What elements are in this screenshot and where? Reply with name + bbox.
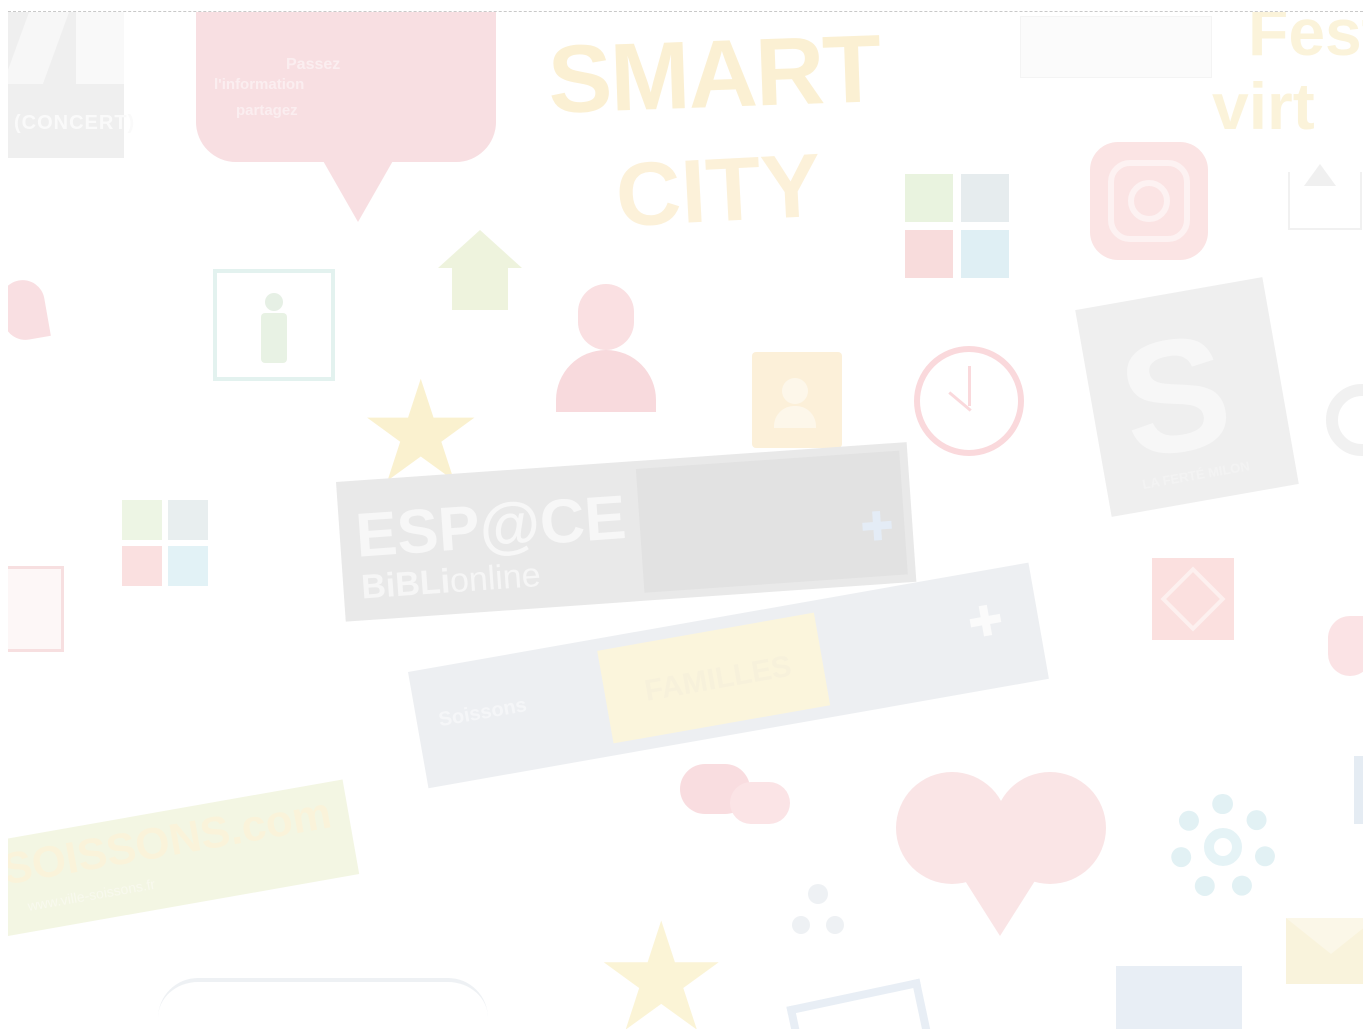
envelope-icon [1286, 918, 1363, 984]
smart-city-title-line1: SMART [546, 15, 882, 134]
image-icon [8, 566, 64, 652]
chat-bubbles-icon [680, 764, 800, 844]
heart-icon-right-edge [1328, 616, 1363, 676]
blue-tile-bottom [1116, 966, 1242, 1029]
speech-bubble-tail [318, 152, 398, 222]
espace-banner-sub-bold: BiBLi [360, 562, 452, 607]
top-left-badge-text: (CONCERT) [14, 112, 136, 134]
user-avatar-icon [556, 284, 656, 414]
instagram-icon [1090, 142, 1208, 260]
speech-bubble-text-3: partagez [236, 102, 298, 119]
background-icon-collage: (CONCERT) Passez l'information partagez … [8, 12, 1363, 1029]
film-person-icon [213, 269, 335, 381]
speech-bubble-text-2: l'information [214, 76, 305, 93]
smart-city-title-line2: CITY [613, 135, 824, 247]
partial-letter-c [1326, 384, 1363, 456]
heart-icon-left [8, 276, 51, 344]
app-grid-icon [905, 174, 1015, 284]
bottom-blue-frame [786, 978, 934, 1029]
espace-plus-icon: ✚ [858, 504, 896, 551]
top-left-tile: (CONCERT) [8, 12, 134, 158]
speech-bubble-text-1: Passez [286, 56, 341, 73]
app-grid-icon-small [122, 500, 212, 590]
clock-icon [914, 346, 1024, 456]
espace-banner-sub-light: online [448, 556, 542, 601]
large-heart-icon [896, 772, 1106, 952]
game-tile-icon [1152, 558, 1234, 640]
top-right-blurred-box [1020, 16, 1212, 78]
star-icon-2: ★ [594, 893, 729, 1029]
bottom-left-shape [158, 978, 488, 1029]
logo-s: S LA FERTÉ MILON [1075, 277, 1299, 517]
espace-banner-title: ESP@CE [353, 482, 629, 571]
soissons-band: SOISSONS.com www.ville-soissons.fr [8, 779, 360, 937]
share-arrow-icon [1304, 164, 1336, 186]
house-icon [438, 230, 522, 314]
familles-plus-icon: ✚ [964, 595, 1008, 648]
people-icon [788, 884, 848, 952]
top-right-word-2: virt [1212, 69, 1315, 143]
speech-bubble-icon: Passez l'information partagez [196, 12, 496, 162]
right-edge-blue-strip [1354, 756, 1363, 824]
soissons-band-text: SOISSONS.com [8, 788, 335, 895]
top-right-word-1: Fest [1248, 12, 1363, 69]
familles-banner-left-label: Soissons [436, 694, 529, 732]
gear-icon [1170, 794, 1276, 900]
contact-card-icon [752, 352, 842, 448]
